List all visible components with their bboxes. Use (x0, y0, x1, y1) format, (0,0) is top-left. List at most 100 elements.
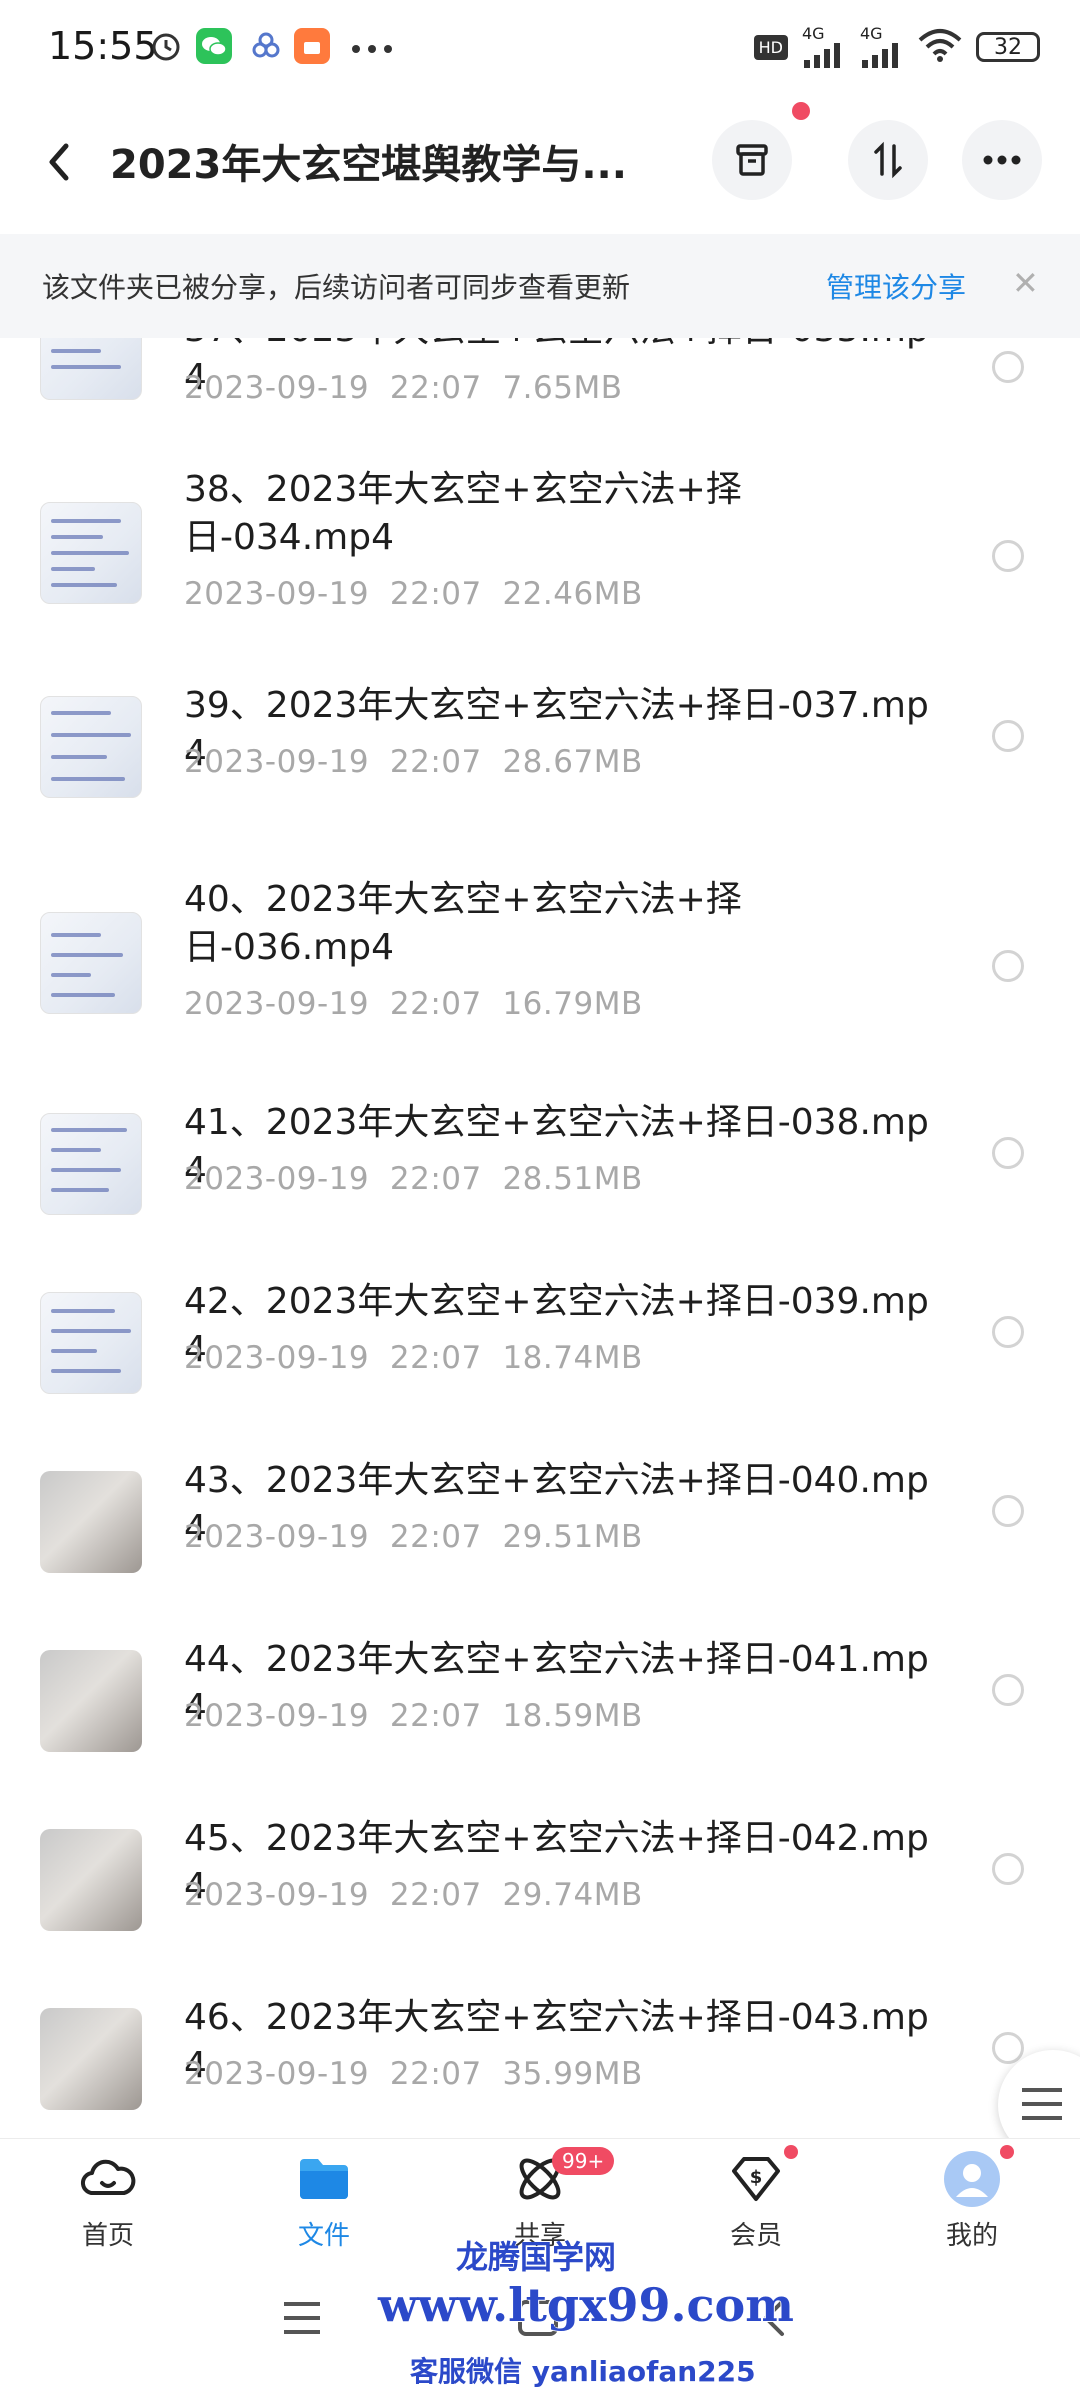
file-date: 2023-09-19 (184, 1340, 370, 1376)
select-radio[interactable] (992, 351, 1024, 383)
file-date: 2023-09-19 (184, 370, 370, 406)
select-radio[interactable] (992, 1674, 1024, 1706)
vip-notification-dot (784, 2145, 798, 2159)
file-meta: 2023-09-19 22:07 18.59MB (184, 1698, 643, 1734)
nav-files[interactable]: 文件 (244, 2149, 404, 2269)
select-radio[interactable] (992, 1137, 1024, 1169)
file-time: 22:07 (389, 2056, 482, 2092)
file-date: 2023-09-19 (184, 1698, 370, 1734)
menu-lines-icon (284, 2302, 320, 2334)
close-banner-button[interactable]: ✕ (1012, 264, 1039, 302)
manage-share-link[interactable]: 管理该分享 (826, 266, 966, 306)
nav-files-label: 文件 (297, 2221, 350, 2251)
file-date: 2023-09-19 (184, 1519, 370, 1555)
file-thumbnail (40, 2008, 142, 2110)
file-time: 22:07 (389, 986, 482, 1022)
file-date: 2023-09-19 (184, 744, 370, 780)
file-thumbnail (40, 338, 142, 400)
more-notifications-icon (350, 40, 394, 59)
file-date: 2023-09-19 (184, 2056, 370, 2092)
select-radio[interactable] (992, 1495, 1024, 1527)
file-time: 22:07 (389, 1161, 482, 1197)
page-title: 2023年大玄空堪舆教学与... (110, 142, 627, 188)
file-row[interactable]: 40、2023年大玄空+玄空六法+择日-036.mp4 2023-09-19 2… (0, 878, 1080, 1048)
file-row[interactable]: 43、2023年大玄空+玄空六法+择日-040.mp4 2023-09-19 2… (0, 1451, 1080, 1581)
file-row[interactable]: 46、2023年大玄空+玄空六法+择日-043.mp4 2023-09-19 2… (0, 1988, 1080, 2118)
file-size: 18.59MB (502, 1698, 643, 1734)
signal-icon-1: 4G (802, 26, 846, 68)
file-size: 28.67MB (502, 744, 643, 780)
file-size: 7.65MB (502, 370, 623, 406)
file-meta: 2023-09-19 22:07 29.51MB (184, 1519, 643, 1555)
file-time: 22:07 (389, 370, 482, 406)
file-meta: 2023-09-19 22:07 7.65MB (184, 370, 623, 406)
file-time: 22:07 (389, 1877, 482, 1913)
file-row[interactable]: 39、2023年大玄空+玄空六法+择日-037.mp4 2023-09-19 2… (0, 676, 1080, 806)
file-thumbnail (40, 696, 142, 798)
file-date: 2023-09-19 (184, 986, 370, 1022)
select-radio[interactable] (992, 1853, 1024, 1885)
file-thumbnail (40, 1650, 142, 1752)
file-row[interactable]: 45、2023年大玄空+玄空六法+择日-042.mp4 2023-09-19 2… (0, 1809, 1080, 1939)
file-meta: 2023-09-19 22:07 22.46MB (184, 576, 643, 612)
file-list: 37、2023年大玄空+玄空六法+择日-035.mp4 2023-09-19 2… (0, 338, 1080, 2138)
select-radio[interactable] (992, 540, 1024, 572)
file-time: 22:07 (389, 744, 482, 780)
file-date: 2023-09-19 (184, 1161, 370, 1197)
file-size: 28.51MB (502, 1161, 643, 1197)
share-badge: 99+ (552, 2147, 615, 2175)
nav-profile-label: 我的 (945, 2221, 998, 2251)
wechat-icon (196, 28, 232, 68)
more-dots-icon (983, 155, 1021, 165)
file-row[interactable]: 37、2023年大玄空+玄空六法+择日-035.mp4 2023-09-19 2… (0, 338, 1080, 418)
select-radio[interactable] (992, 720, 1024, 752)
file-time: 22:07 (389, 1698, 482, 1734)
file-row[interactable]: 38、2023年大玄空+玄空六法+择日-034.mp4 2023-09-19 2… (0, 468, 1080, 638)
file-size: 35.99MB (502, 2056, 643, 2092)
hamburger-icon (1022, 2088, 1062, 2120)
share-banner: 该文件夹已被分享，后续访问者可同步查看更新 管理该分享 ✕ (0, 234, 1080, 338)
profile-notification-dot (1000, 2145, 1014, 2159)
network-type-1: 4G (802, 24, 825, 43)
archive-button[interactable] (712, 120, 792, 200)
file-size: 18.74MB (502, 1340, 643, 1376)
avatar-icon (944, 2151, 1000, 2207)
file-size: 29.74MB (502, 1877, 643, 1913)
file-thumbnail (40, 1292, 142, 1394)
file-row[interactable]: 42、2023年大玄空+玄空六法+择日-039.mp4 2023-09-19 2… (0, 1272, 1080, 1402)
file-name: 38、2023年大玄空+玄空六法+择日-034.mp4 (184, 469, 742, 558)
file-row[interactable]: 44、2023年大玄空+玄空六法+择日-041.mp4 2023-09-19 2… (0, 1630, 1080, 1760)
more-options-button[interactable] (962, 120, 1042, 200)
file-size: 16.79MB (502, 986, 643, 1022)
file-meta: 2023-09-19 22:07 28.51MB (184, 1161, 643, 1197)
file-date: 2023-09-19 (184, 1877, 370, 1913)
file-meta: 2023-09-19 22:07 16.79MB (184, 986, 643, 1022)
select-radio[interactable] (992, 950, 1024, 982)
select-radio[interactable] (992, 1316, 1024, 1348)
select-radio[interactable] (992, 2032, 1024, 2064)
file-meta: 2023-09-19 22:07 35.99MB (184, 2056, 643, 2092)
vip-diamond-icon: $ (732, 2157, 780, 2201)
top-app-bar: 2023年大玄空堪舆教学与... (0, 96, 1080, 226)
notification-dot (792, 102, 810, 120)
watermark-contact: 客服微信 yanliaofan225 (410, 2355, 756, 2388)
nav-vip[interactable]: $ 会员 (676, 2145, 836, 2269)
app-notification-icon (248, 28, 284, 68)
share-banner-text: 该文件夹已被分享，后续访问者可同步查看更新 (42, 271, 631, 304)
file-meta: 2023-09-19 22:07 18.74MB (184, 1340, 643, 1376)
file-thumbnail (40, 1829, 142, 1931)
file-meta: 2023-09-19 22:07 28.67MB (184, 744, 643, 780)
nav-vip-label: 会员 (729, 2221, 782, 2251)
status-bar: 15:55 HD 4G 4G 32 (0, 0, 1080, 96)
watermark-site-name: 龙腾国学网 (456, 2238, 617, 2276)
status-time: 15:55 (48, 24, 158, 68)
sort-button[interactable] (848, 120, 928, 200)
network-type-2: 4G (860, 24, 883, 43)
shop-app-icon (294, 28, 330, 68)
nav-profile[interactable]: 我的 (892, 2145, 1052, 2269)
system-menu-button[interactable] (280, 2298, 324, 2342)
file-size: 29.51MB (502, 1519, 643, 1555)
back-button[interactable] (40, 132, 90, 192)
file-row[interactable]: 41、2023年大玄空+玄空六法+择日-038.mp4 2023-09-19 2… (0, 1093, 1080, 1223)
nav-home[interactable]: 首页 (28, 2149, 188, 2269)
